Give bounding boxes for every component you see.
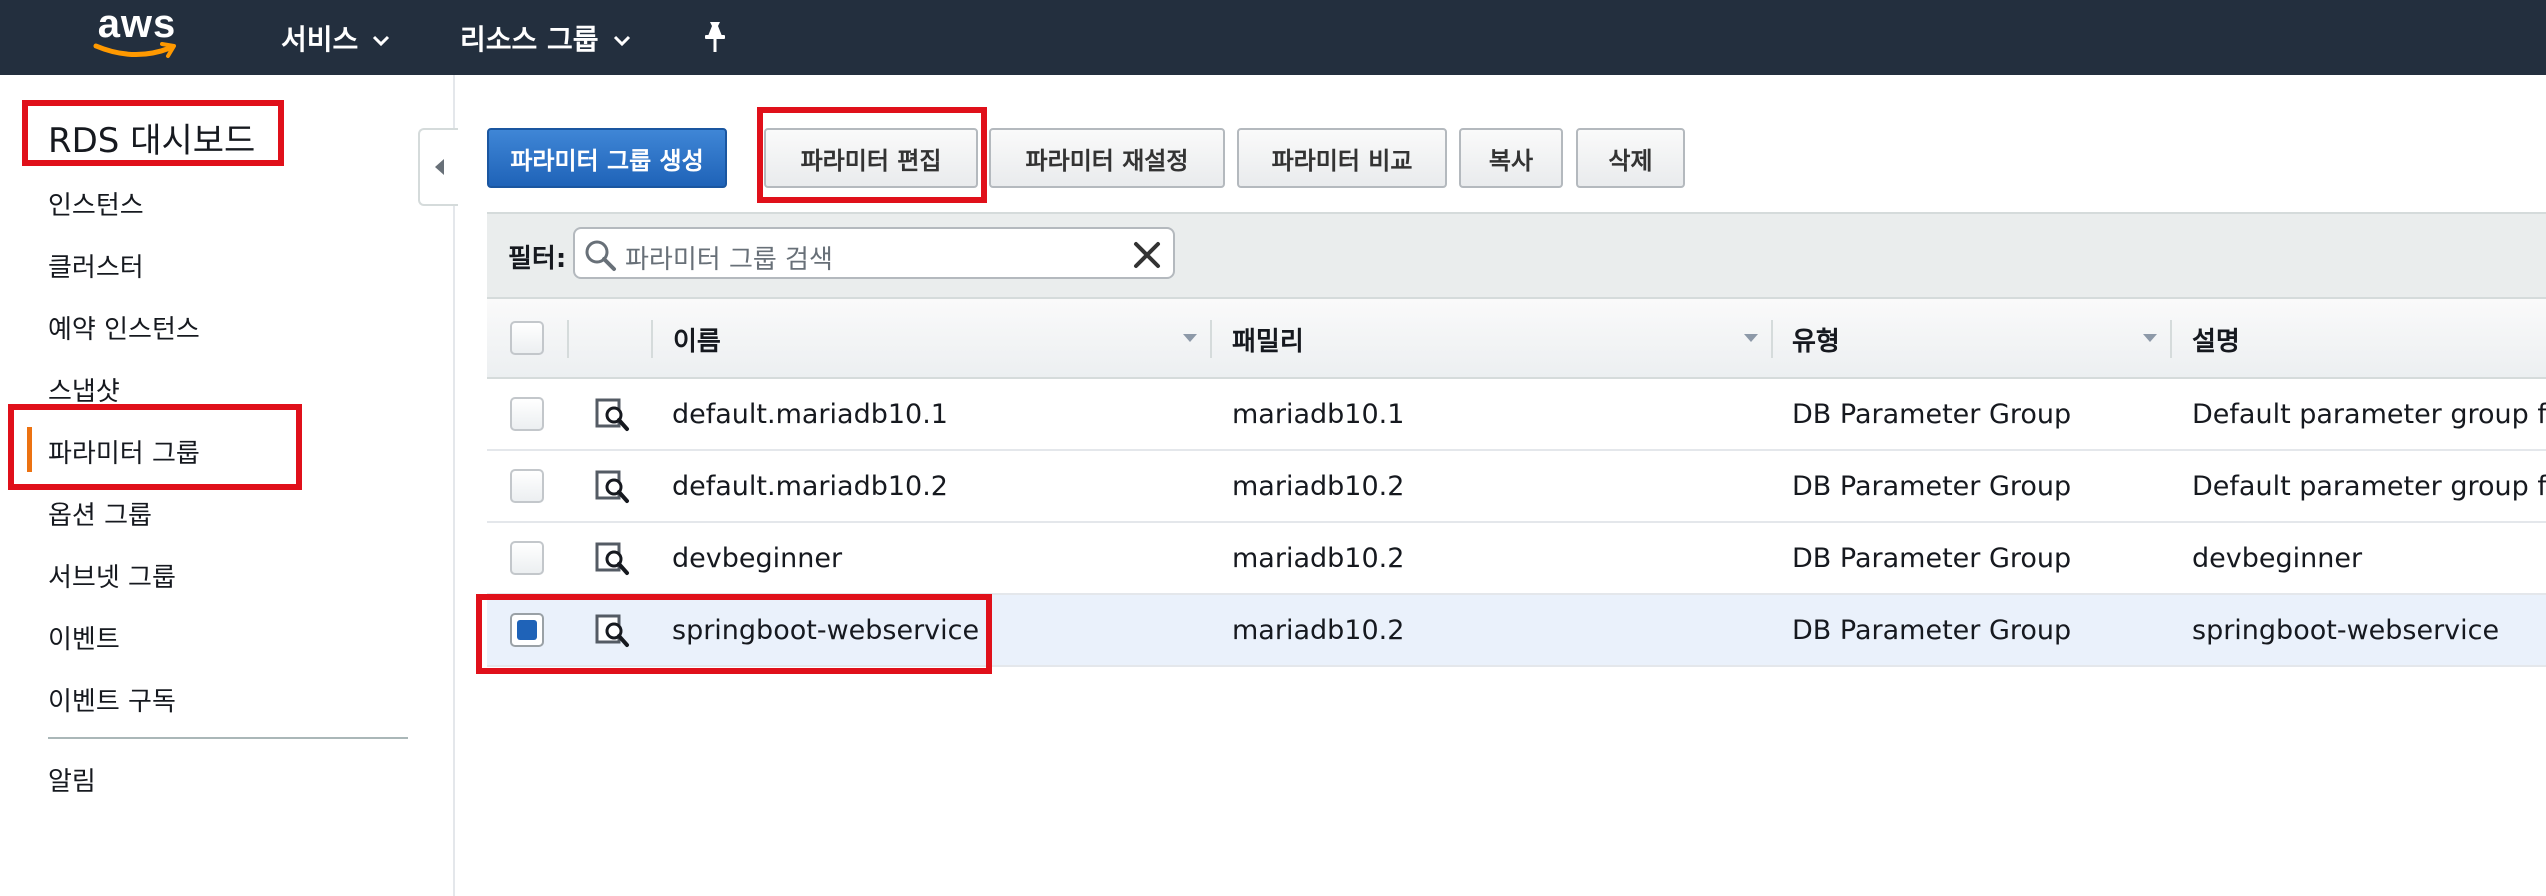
cell-description: devbeginner xyxy=(2192,543,2363,574)
sidebar-item-subnet-groups[interactable]: 서브넷 그룹 xyxy=(48,557,176,594)
aws-smile-icon xyxy=(93,42,176,58)
active-item-indicator xyxy=(27,427,32,472)
pin-icon[interactable] xyxy=(700,20,730,54)
clear-search-icon[interactable] xyxy=(1133,241,1161,269)
cell-family: mariadb10.2 xyxy=(1232,615,1405,646)
create-parameter-group-button[interactable]: 파라미터 그룹 생성 xyxy=(487,128,727,188)
reset-parameters-button[interactable]: 파라미터 재설정 xyxy=(989,128,1225,188)
sidebar-item-clusters[interactable]: 클러스터 xyxy=(48,247,144,284)
sidebar-item-instances[interactable]: 인스턴스 xyxy=(48,185,144,222)
delete-button[interactable]: 삭제 xyxy=(1576,128,1685,188)
column-divider xyxy=(567,320,569,358)
row-checkbox[interactable] xyxy=(510,469,544,503)
sidebar-item-reserved-instances[interactable]: 예약 인스턴스 xyxy=(48,309,200,346)
cell-type: DB Parameter Group xyxy=(1792,399,2072,430)
resource-groups-menu[interactable]: 리소스 그룹 xyxy=(460,0,631,75)
view-details-icon[interactable] xyxy=(594,541,630,577)
cell-description: springboot-webservice xyxy=(2192,615,2500,646)
chevron-down-icon xyxy=(613,21,631,54)
column-header-description[interactable]: 설명 xyxy=(2192,321,2240,358)
sidebar-item-event-subscriptions[interactable]: 이벤트 구독 xyxy=(48,681,176,718)
resource-groups-menu-label: 리소스 그룹 xyxy=(460,22,599,56)
cell-family: mariadb10.1 xyxy=(1232,399,1405,430)
row-checkbox[interactable] xyxy=(510,541,544,575)
cell-family: mariadb10.2 xyxy=(1232,471,1405,502)
cell-type: DB Parameter Group xyxy=(1792,471,2072,502)
sort-caret-icon[interactable] xyxy=(1743,333,1759,343)
sidebar-item-events[interactable]: 이벤트 xyxy=(48,619,120,656)
collapse-sidebar-button[interactable] xyxy=(418,128,458,206)
chevron-left-icon xyxy=(435,159,444,175)
column-divider xyxy=(651,320,653,358)
cell-name: default.mariadb10.2 xyxy=(672,471,948,502)
sort-caret-icon[interactable] xyxy=(1182,333,1198,343)
column-divider xyxy=(2170,320,2172,358)
view-details-icon[interactable] xyxy=(594,613,630,649)
sidebar-item-option-groups[interactable]: 옵션 그룹 xyxy=(48,495,152,532)
cell-name: default.mariadb10.1 xyxy=(672,399,948,430)
cell-family: mariadb10.2 xyxy=(1232,543,1405,574)
sidebar-item-notifications[interactable]: 알림 xyxy=(48,761,96,798)
view-details-icon[interactable] xyxy=(594,397,630,433)
chevron-down-icon xyxy=(372,21,390,54)
services-menu-label: 서비스 xyxy=(281,22,359,56)
cell-name: devbeginner xyxy=(672,543,843,574)
column-divider xyxy=(1210,320,1212,358)
select-all-checkbox[interactable] xyxy=(510,321,544,355)
column-header-name[interactable]: 이름 xyxy=(673,321,721,358)
aws-logo[interactable]: aws xyxy=(92,2,182,64)
cell-description: Default parameter group for xyxy=(2192,399,2546,430)
cell-type: DB Parameter Group xyxy=(1792,615,2072,646)
column-header-family[interactable]: 패밀리 xyxy=(1232,321,1304,358)
edit-parameters-button[interactable]: 파라미터 편집 xyxy=(764,128,978,188)
column-header-type[interactable]: 유형 xyxy=(1792,321,1840,358)
cell-description: Default parameter group for xyxy=(2192,471,2546,502)
column-divider xyxy=(1771,320,1773,358)
copy-button[interactable]: 복사 xyxy=(1459,128,1563,188)
search-input[interactable]: 파라미터 그룹 검색 xyxy=(573,227,1175,279)
sidebar-item-parameter-groups[interactable]: 파라미터 그룹 xyxy=(48,433,200,470)
row-checkbox-checked[interactable] xyxy=(510,613,544,647)
services-menu[interactable]: 서비스 xyxy=(281,0,390,75)
filter-label: 필터: xyxy=(508,244,567,274)
sort-caret-icon[interactable] xyxy=(2142,333,2158,343)
cell-name: springboot-webservice xyxy=(672,615,980,646)
sidebar-divider xyxy=(48,737,408,739)
top-navigation-bar: aws 서비스 리소스 그룹 xyxy=(0,0,2546,75)
search-placeholder: 파라미터 그룹 검색 xyxy=(625,245,833,275)
cell-type: DB Parameter Group xyxy=(1792,543,2072,574)
rds-console: aws 서비스 리소스 그룹 RDS 대시보드 인스턴스 클러스터 예약 인스턴… xyxy=(0,0,2546,896)
sidebar-item-snapshots[interactable]: 스냅샷 xyxy=(48,371,120,408)
search-icon xyxy=(585,240,616,271)
view-details-icon[interactable] xyxy=(594,469,630,505)
row-checkbox[interactable] xyxy=(510,397,544,431)
compare-parameters-button[interactable]: 파라미터 비교 xyxy=(1237,128,1447,188)
sidebar-title[interactable]: RDS 대시보드 xyxy=(48,113,255,162)
